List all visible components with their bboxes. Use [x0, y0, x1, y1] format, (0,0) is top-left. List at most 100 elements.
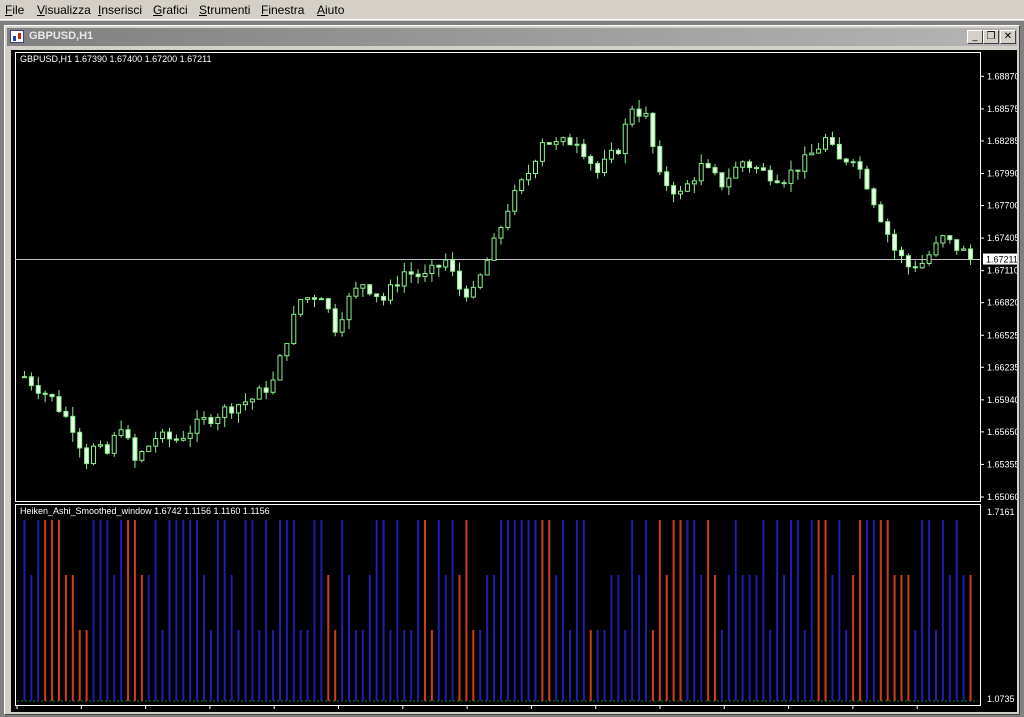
- candle: [49, 393, 55, 402]
- candle: [933, 236, 939, 257]
- candle: [636, 99, 642, 123]
- candle: [415, 269, 421, 284]
- candle: [56, 389, 62, 414]
- candle: [111, 431, 117, 457]
- candle: [132, 433, 138, 468]
- candle: [961, 245, 967, 251]
- candle: [429, 258, 435, 282]
- menu-visualizza[interactable]: Visualizza: [37, 3, 91, 17]
- candle: [118, 420, 124, 438]
- candle: [270, 371, 276, 395]
- candle: [850, 159, 856, 167]
- chart-svg[interactable]: 1.68870 1.68575 1.68285 1.67990 1.67700 1.674…: [11, 50, 1017, 712]
- candle: [229, 403, 235, 419]
- candle: [77, 427, 83, 458]
- candle: [450, 252, 456, 277]
- candle: [104, 441, 110, 455]
- candle: [574, 136, 580, 154]
- candle: [160, 428, 166, 443]
- candle: [898, 246, 904, 264]
- candle: [553, 137, 559, 150]
- candle: [602, 149, 608, 177]
- candle: [194, 410, 200, 442]
- price-tick-label: 1.65940: [987, 395, 1017, 405]
- candle: [139, 450, 145, 463]
- chart-window-titlebar[interactable]: GBPUSD,H1 _ ❐ ✕: [7, 28, 1017, 46]
- candle: [318, 297, 324, 301]
- candle: [457, 262, 463, 297]
- candle: [394, 275, 400, 293]
- candle: [947, 234, 953, 244]
- candle: [885, 218, 891, 243]
- candle: [408, 262, 414, 283]
- candle: [277, 354, 283, 381]
- candle: [788, 160, 794, 193]
- candle: [21, 371, 27, 379]
- candle: [477, 273, 483, 290]
- candle: [325, 297, 331, 313]
- menu-finestra[interactable]: Finestra: [261, 3, 304, 17]
- menu-grafici[interactable]: Grafici: [153, 3, 188, 17]
- candle: [353, 281, 359, 299]
- candle: [671, 181, 677, 203]
- candle: [215, 413, 221, 431]
- menu-inserisci[interactable]: Inserisci: [98, 3, 142, 17]
- indicator-tick-label: 1.0735: [987, 694, 1015, 704]
- candle: [166, 427, 172, 448]
- indicator-tick-label: 1.7161: [987, 507, 1015, 517]
- chart-area[interactable]: 1.68870 1.68575 1.68285 1.67990 1.67700 1.674…: [11, 50, 1017, 712]
- current-price-label: 1.67211: [986, 255, 1017, 265]
- candle: [698, 154, 704, 186]
- candle: [843, 157, 849, 166]
- candle: [360, 283, 366, 297]
- price-tick-label: 1.65355: [987, 459, 1017, 469]
- candle: [311, 294, 317, 308]
- menu-file[interactable]: File: [5, 3, 24, 17]
- candle: [422, 264, 428, 282]
- candle: [125, 425, 131, 441]
- candle: [829, 131, 835, 146]
- candle: [816, 143, 822, 154]
- restore-button[interactable]: ❐: [983, 30, 999, 44]
- candle: [588, 154, 594, 171]
- candle: [650, 112, 656, 154]
- mdi-workspace: GBPUSD,H1 _ ❐ ✕ 1.68870 1.68575 1.68285 1.6…: [0, 21, 1024, 717]
- candle: [740, 160, 746, 173]
- candle: [823, 133, 829, 153]
- candle: [208, 414, 214, 428]
- candle: [367, 283, 373, 296]
- candle: [187, 425, 193, 447]
- candle: [91, 443, 97, 466]
- candle: [726, 168, 732, 195]
- candle: [298, 298, 304, 318]
- indicator-legend: Heiken_Ashi_Smoothed_window 1.6742 1.115…: [20, 506, 270, 516]
- candle: [719, 172, 725, 191]
- menu-aiuto[interactable]: Aiuto: [317, 3, 344, 17]
- price-tick-label: 1.67405: [987, 233, 1017, 243]
- minimize-button[interactable]: _: [967, 30, 983, 44]
- price-tick-label: 1.65060: [987, 492, 1017, 502]
- price-tick-label: 1.66820: [987, 298, 1017, 308]
- close-button[interactable]: ✕: [1000, 30, 1016, 44]
- candle: [678, 186, 684, 200]
- price-tick-label: 1.66525: [987, 330, 1017, 340]
- candle: [774, 174, 780, 184]
- price-tick-label: 1.65650: [987, 427, 1017, 437]
- candle: [505, 203, 511, 231]
- candle: [560, 136, 566, 146]
- candle: [622, 118, 628, 164]
- candle: [28, 372, 34, 391]
- candle: [532, 159, 538, 179]
- candle: [84, 443, 90, 470]
- candle: [733, 161, 739, 179]
- candle: [643, 106, 649, 119]
- menu-strumenti[interactable]: Strumenti: [199, 3, 250, 17]
- candle: [919, 254, 925, 269]
- candle: [954, 239, 960, 255]
- candle: [747, 159, 753, 173]
- candle: [705, 159, 711, 169]
- chart-window-title: GBPUSD,H1: [29, 30, 94, 42]
- price-tick-label: 1.68575: [987, 104, 1017, 114]
- price-tick-label: 1.67990: [987, 169, 1017, 179]
- candle: [802, 146, 808, 179]
